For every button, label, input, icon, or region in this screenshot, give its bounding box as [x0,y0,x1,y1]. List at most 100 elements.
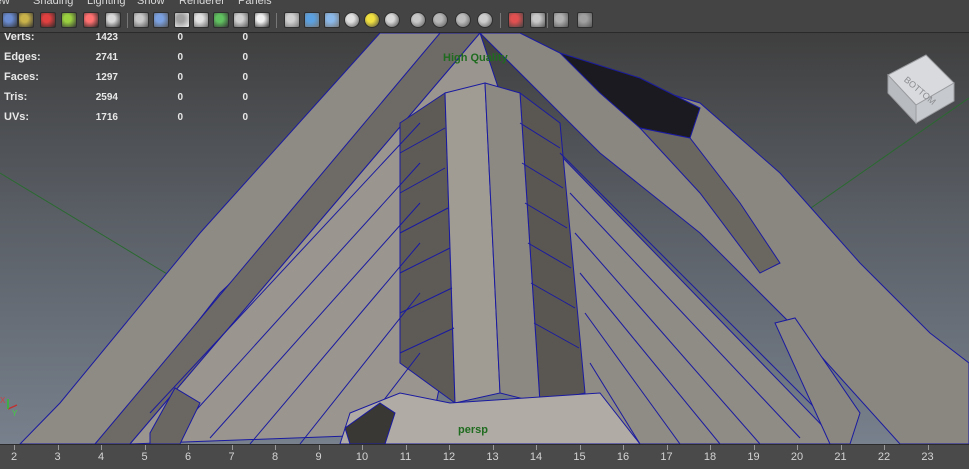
viewport-persp[interactable]: Verts: 1423 0 0 Edges: 2741 0 0 Faces: 1297 0 0 Tris… [0,33,969,444]
grease-pencil-icon[interactable] [83,12,99,28]
axis-x-label: X [0,396,6,405]
hud-stat-value: 0 [177,33,183,43]
hud-camera-label: persp [458,424,488,436]
timeline-frame-number: 16 [616,451,630,463]
isolate-select-icon[interactable] [508,12,524,28]
timeline-frame-number: 8 [271,451,279,463]
timeline-frame-number: 4 [97,451,105,463]
panel-toolbar [0,9,969,33]
viewcube-icon[interactable]: BOTTOM [880,43,960,133]
menu-shading[interactable]: Shading [33,0,73,7]
screen-space-ao-icon[interactable] [410,12,426,28]
timeline-frame-number: 11 [399,451,412,463]
timeline-tick [101,445,102,450]
timeline-tick [144,445,146,450]
timeline-frame-number: 10 [355,451,369,463]
timeline-frame-number: 3 [54,451,61,463]
axis-gizmo-icon: X Y [0,396,18,417]
bookmark-icon[interactable] [40,12,56,28]
film-gate-icon[interactable] [153,12,169,28]
timeline-frame-number: 9 [315,451,322,463]
timeline-tick [623,445,624,450]
wireframe-icon[interactable] [284,12,300,28]
hud-stat-label: Verts: [4,33,35,43]
timeline-frame-number: 12 [442,451,456,463]
xray-components-icon[interactable] [577,12,593,28]
timeline-tick [753,445,755,450]
hud-stat-value: 0 [242,33,248,43]
hud-stat-label: Faces: [4,71,39,83]
gate-mask-icon[interactable] [193,12,209,28]
hud-stat-value: 0 [242,72,248,83]
hud-stat-value: 0 [242,92,248,103]
timeline-tick [492,445,494,450]
2d-pan-zoom-icon[interactable] [105,12,121,28]
hud-stat-value: 0 [242,52,248,63]
safe-title-icon[interactable] [254,12,270,28]
hud-stat-label: UVs: [4,111,30,123]
xray-joints-icon[interactable] [553,12,569,28]
camera-attributes-icon[interactable] [18,12,34,28]
grid-icon[interactable] [133,12,149,28]
hud-stat-label: Tris: [4,91,28,103]
timeline-frame-number: 13 [486,451,499,463]
textured-icon[interactable] [344,12,360,28]
hud-stat-value: 0 [177,112,183,123]
menu-view[interactable]: View [0,0,10,7]
timeline-frame-number: 17 [660,451,673,463]
timeline-frame-number: 5 [141,451,148,463]
hud-stat-value: 1716 [95,112,118,123]
timeline-tick [840,445,842,450]
hud-stat-value: 0 [177,52,183,63]
timeline-frame-number: 2 [10,451,18,463]
timeline-frame-number: 20 [790,451,804,463]
timeline-frame-number: 7 [228,451,235,463]
hud-stat-value: 0 [242,112,248,123]
menu-show[interactable]: Show [137,0,165,7]
timeline-tick [927,445,929,450]
smooth-shade-icon[interactable] [304,12,320,28]
timeline-tick [275,445,276,450]
resolution-gate-icon[interactable] [174,12,190,28]
toolbar-separator [500,13,501,28]
time-slider[interactable]: 2 3 4 5 6 7 8 9 10 11 12 13 14 15 16 17 18 19 20 21 22 23 [0,444,969,469]
shadows-icon[interactable] [384,12,400,28]
select-camera-icon[interactable] [2,12,18,28]
hud-stat-value: 2594 [95,92,118,103]
timeline-tick [449,445,450,450]
toolbar-separator [547,13,548,28]
timeline-tick [231,445,233,450]
hud-stat-value: 0 [177,92,183,103]
toolbar-separator [276,13,277,28]
xray-icon[interactable] [530,12,546,28]
wireframe-on-shaded-icon[interactable] [324,12,340,28]
use-all-lights-icon[interactable] [364,12,380,28]
hud-stat-value: 0 [177,72,183,83]
timeline-tick [536,445,537,450]
timeline-frame-number: 14 [529,451,543,463]
image-plane-icon[interactable] [61,12,77,28]
hud-stat-label: Edges: [4,51,41,63]
menu-renderer[interactable]: Renderer [179,0,225,7]
hud-stat-value: 2741 [95,52,118,63]
timeline-frame-number: 21 [834,451,847,463]
hud-quality-label: High Quality [443,52,508,64]
timeline-frame-number: 22 [877,451,891,463]
timeline-tick [666,445,668,450]
field-chart-icon[interactable] [213,12,229,28]
depth-of-field-icon[interactable] [477,12,493,28]
safe-action-icon[interactable] [233,12,249,28]
menu-lighting[interactable]: Lighting [87,0,126,7]
timeline-tick [710,445,711,450]
multisample-aa-icon[interactable] [455,12,471,28]
axis-y-label: Y [12,409,18,417]
timeline-tick [14,445,15,450]
timeline-frame-number: 6 [184,451,192,463]
timeline-tick [797,445,798,450]
toolbar-separator [127,13,128,28]
panel-menu-bar: View Shading Lighting Show Renderer Panels [0,0,969,9]
motion-blur-icon[interactable] [432,12,448,28]
menu-panels[interactable]: Panels [238,0,272,7]
timeline-tick [188,445,189,450]
timeline-tick [362,445,363,450]
